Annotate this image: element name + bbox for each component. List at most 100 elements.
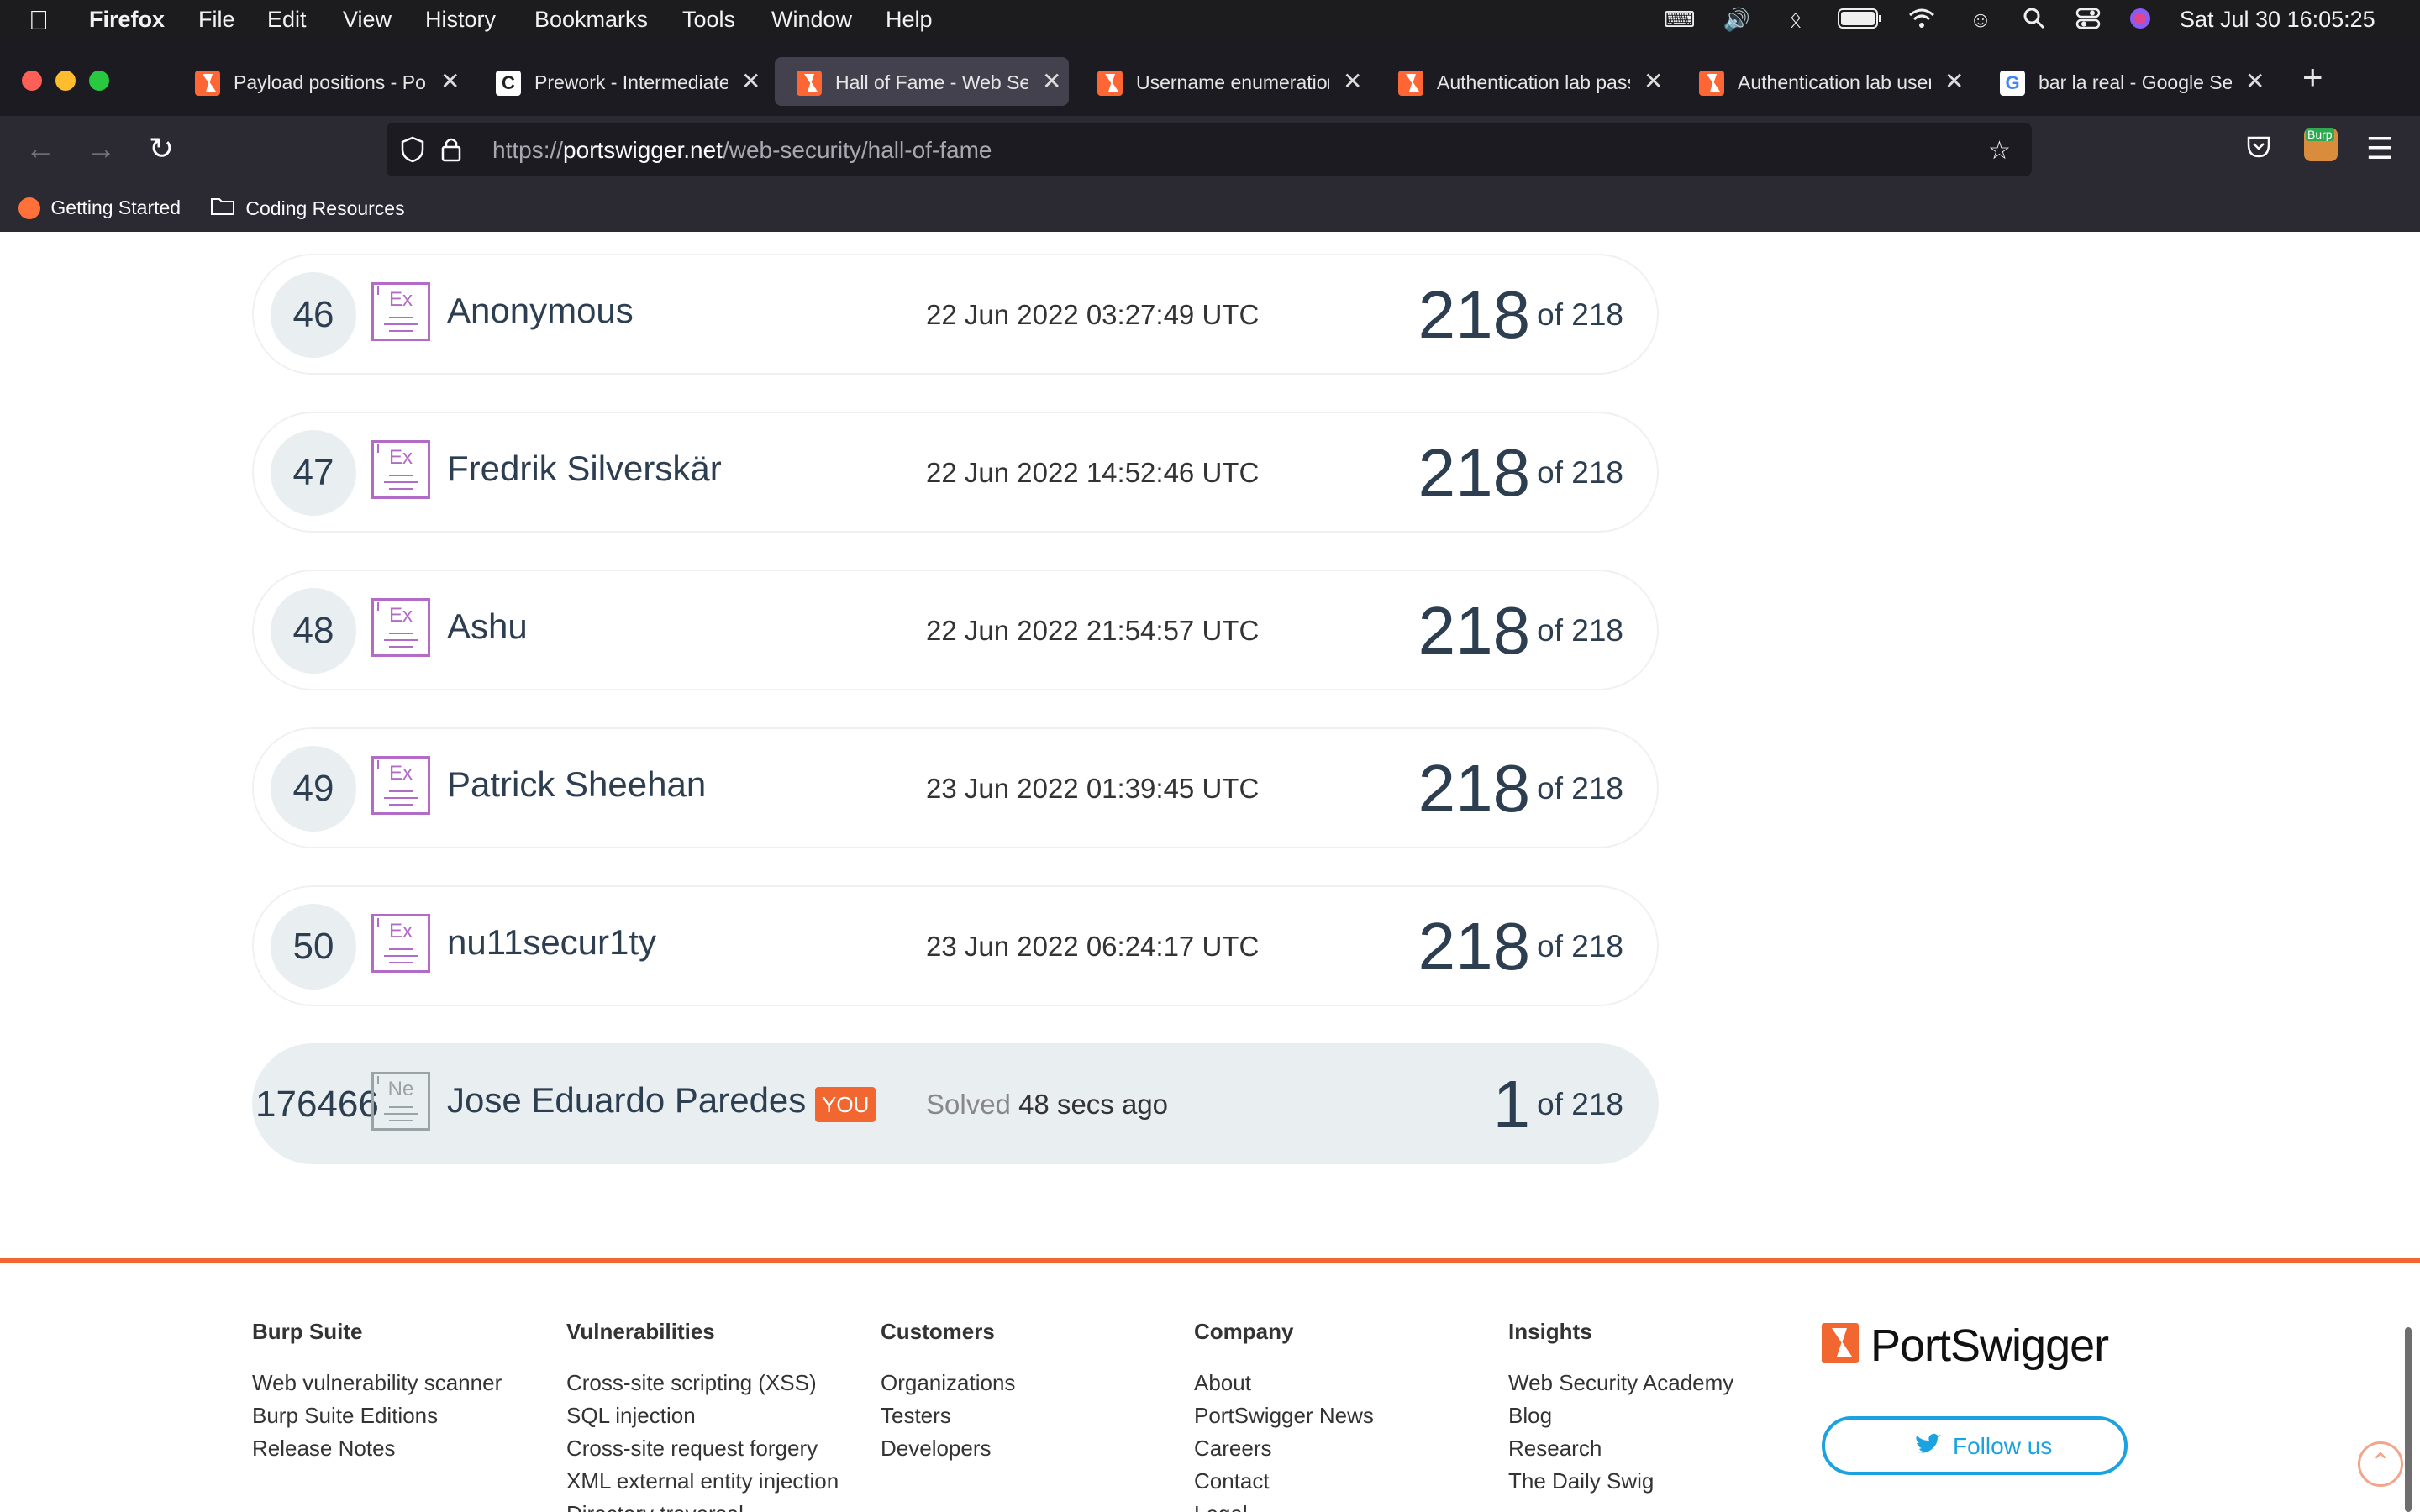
hamburger-menu-icon[interactable]: ☰ [2361,131,2398,166]
menu-history[interactable]: History [425,7,496,33]
footer-link[interactable]: XML external entity injection [566,1465,839,1498]
tab-auth-lab-user[interactable]: Authentication lab user ✕ [1677,57,1971,106]
volume-icon[interactable]: 🔊 [1723,7,1751,32]
footer-link[interactable]: Release Notes [252,1432,502,1465]
burp-extension-icon[interactable]: Burp [2304,128,2338,161]
tab-hall-of-fame[interactable]: Hall of Fame - Web Sec ✕ [775,57,1069,106]
lock-icon[interactable] [440,136,462,170]
tab-payload-positions[interactable]: Payload positions - Por ✕ [173,57,467,106]
page-scrollbar-thumb[interactable] [2405,1327,2412,1512]
tab-title: Prework - Intermediate [534,71,728,93]
footer-link[interactable]: Contact [1194,1465,1374,1498]
footer-link[interactable]: Careers [1194,1432,1374,1465]
zoom-window-button[interactable] [89,71,109,91]
close-tab-icon[interactable]: ✕ [741,67,760,95]
footer-link[interactable]: Cross-site request forgery [566,1432,839,1465]
wifi-icon[interactable] [1907,7,1936,32]
portswigger-icon [1097,71,1123,96]
footer-link[interactable]: PortSwigger News [1194,1399,1374,1432]
menu-tools[interactable]: Tools [682,7,735,33]
score-value: 218 [1418,909,1531,984]
url-bar[interactable]: https://portswigger.net/web-security/hal… [387,123,2032,176]
close-window-button[interactable] [22,71,42,91]
footer-link[interactable]: SQL injection [566,1399,839,1432]
current-user-row: 176466 Ne Jose Eduardo Paredes YOU Solve… [252,1043,1659,1164]
footer-link[interactable]: Organizations [881,1367,1015,1399]
bookmarks-toolbar: Getting Started Coding Resources [0,183,2420,232]
pocket-icon[interactable] [2240,131,2277,166]
google-icon: G [2000,71,2025,96]
battery-icon[interactable] [1835,7,1886,32]
spotlight-search-icon[interactable] [2020,7,2049,32]
apple-icon[interactable]:  [29,5,49,36]
score-value: 218 [1418,435,1531,510]
forward-arrow-icon[interactable]: → [82,131,119,166]
user-name: Patrick Sheehan [447,764,707,804]
scroll-to-top-button[interactable]: ⌃ [2358,1441,2403,1487]
you-badge: YOU [815,1087,876,1122]
follow-us-button[interactable]: Follow us [1822,1416,2128,1475]
footer-link[interactable]: About [1194,1367,1374,1399]
url-text[interactable]: https://portswigger.net/web-security/hal… [492,137,992,164]
footer-link[interactable]: The Daily Swig [1508,1465,1733,1498]
novice-badge-icon: Ne [371,1072,430,1131]
portswigger-icon [1398,71,1423,96]
menu-edit[interactable]: Edit [267,7,307,33]
menu-bookmarks[interactable]: Bookmarks [534,7,648,33]
minimize-window-button[interactable] [55,71,76,91]
user-name: Ashu [447,606,528,646]
close-tab-icon[interactable]: ✕ [2245,67,2265,95]
score: 218 of 218 [1418,909,1623,984]
close-tab-icon[interactable]: ✕ [440,67,460,95]
menu-bar-clock[interactable]: Sat Jul 30 16:05:25 [2180,7,2375,33]
bluetooth-icon[interactable]: ᛟ [1781,7,1810,32]
solved-status: Solved 48 secs ago [926,1089,1168,1121]
score: 218 of 218 [1418,751,1623,827]
tab-prework[interactable]: C Prework - Intermediate ✕ [474,57,768,106]
browser-tab-strip: Payload positions - Por ✕ C Prework - In… [0,39,2420,116]
footer-link[interactable]: Legal [1194,1498,1374,1512]
menu-help[interactable]: Help [886,7,933,33]
user-account-icon[interactable]: ☺ [1966,7,1995,32]
footer-link[interactable]: Blog [1508,1399,1733,1432]
menu-app-name[interactable]: Firefox [89,7,165,33]
siri-icon[interactable] [2126,7,2154,32]
tracking-protection-shield-icon[interactable] [400,136,425,170]
footer-link[interactable]: Testers [881,1399,1015,1432]
close-tab-icon[interactable]: ✕ [1343,67,1362,95]
menu-window[interactable]: Window [771,7,852,33]
bookmark-star-icon[interactable]: ☆ [1988,136,2011,165]
rank-number: 46 [271,272,356,358]
back-arrow-icon[interactable]: ← [22,131,59,166]
tab-title: Authentication lab user [1738,71,1931,93]
follow-us-label: Follow us [1953,1433,2053,1459]
menu-file[interactable]: File [198,7,235,33]
close-tab-icon[interactable]: ✕ [1944,67,1964,95]
footer-link[interactable]: Cross-site scripting (XSS) [566,1367,839,1399]
reload-icon[interactable]: ↻ [143,131,180,166]
score: 218 of 218 [1418,277,1623,353]
menu-view[interactable]: View [343,7,392,33]
tab-username-enumeration[interactable]: Username enumeration ✕ [1076,57,1370,106]
new-tab-button[interactable]: + [2302,57,2323,97]
control-center-icon[interactable] [2074,7,2102,32]
completion-date: 22 Jun 2022 14:52:46 UTC [926,457,1260,488]
leaderboard-row: 46 Ex Anonymous 22 Jun 2022 03:27:49 UTC… [252,254,1659,375]
rank-number: 49 [271,746,356,832]
close-tab-icon[interactable]: ✕ [1644,67,1663,95]
url-host: portswigger.net [563,137,723,163]
tab-auth-lab-pass[interactable]: Authentication lab pass ✕ [1376,57,1670,106]
footer-link[interactable]: Directory traversal [566,1498,839,1512]
close-tab-icon[interactable]: ✕ [1042,67,1061,95]
footer-link[interactable]: Burp Suite Editions [252,1399,502,1432]
footer-link[interactable]: Developers [881,1432,1015,1465]
tab-google-search[interactable]: G bar la real - Google Sea ✕ [1978,57,2272,106]
footer-link[interactable]: Web vulnerability scanner [252,1367,502,1399]
keyboard-input-icon[interactable]: ⌨ [1664,7,1696,32]
footer-link[interactable]: Web Security Academy [1508,1367,1733,1399]
bookmark-coding-resources[interactable]: Coding Resources [210,196,405,221]
footer-link[interactable]: Research [1508,1432,1733,1465]
rank-number: 48 [271,588,356,674]
bookmark-getting-started[interactable]: Getting Started [18,196,181,219]
footer-heading: Vulnerabilities [566,1319,715,1344]
